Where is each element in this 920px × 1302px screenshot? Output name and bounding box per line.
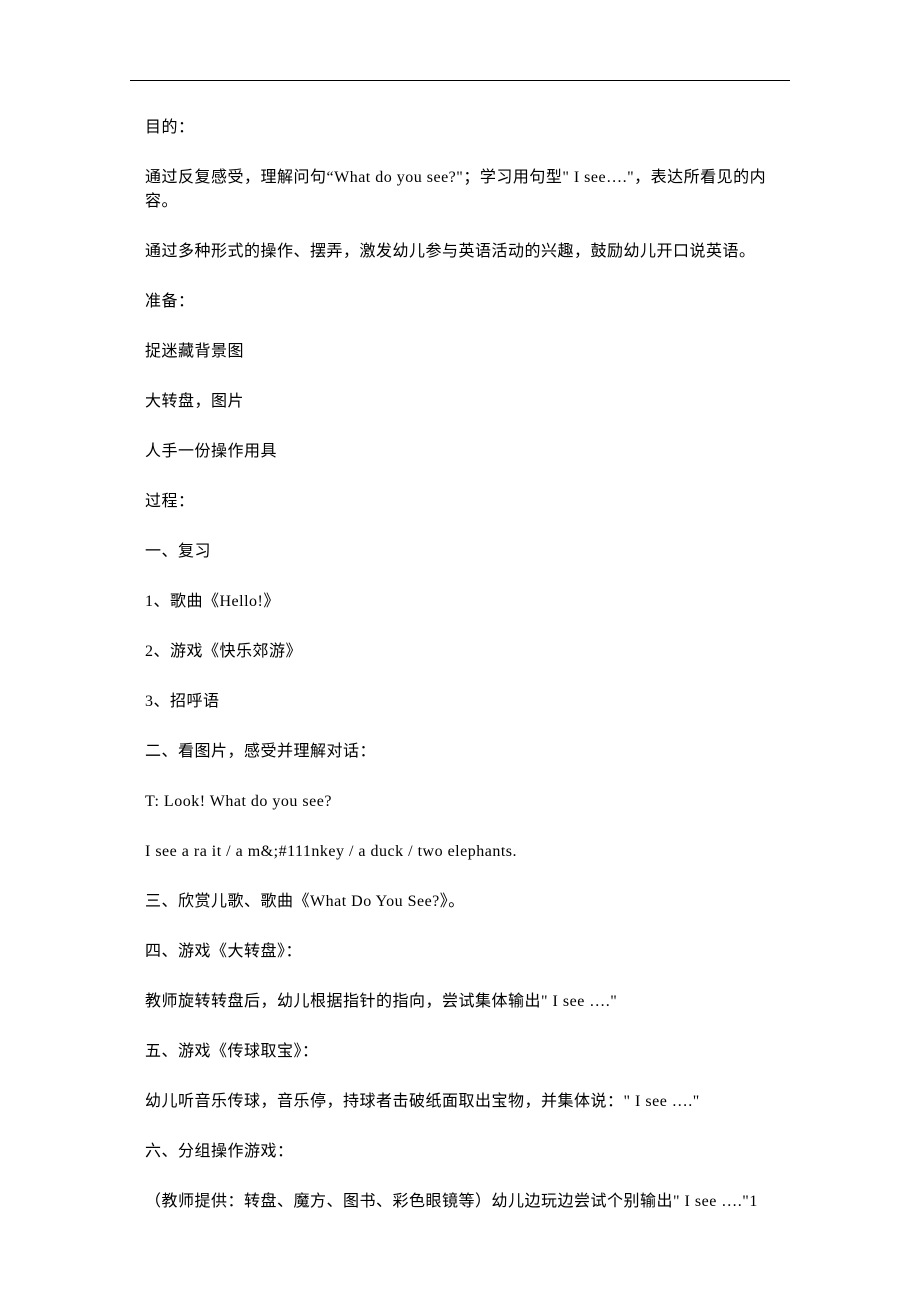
para-19: 幼儿听音乐传球，音乐停，持球者击破纸面取出宝物，并集体说：" I see …." [145,1090,775,1114]
para-5: 大转盘，图片 [145,390,775,414]
para-16: 四、游戏《大转盘》： [145,940,775,964]
document-page: 目的： 通过反复感受，理解问句“What do you see?"；学习用句型"… [0,0,920,1302]
para-12: 二、看图片，感受并理解对话： [145,740,775,764]
para-3: 准备： [145,290,775,314]
para-13: T: Look! What do you see? [145,790,775,814]
document-content: 目的： 通过反复感受，理解问句“What do you see?"；学习用句型"… [145,116,775,1240]
header-rule [130,80,790,81]
para-10: 2、游戏《快乐郊游》 [145,640,775,664]
para-17: 教师旋转转盘后，幼儿根据指针的指向，尝试集体输出" I see …." [145,990,775,1014]
para-8: 一、复习 [145,540,775,564]
para-20: 六、分组操作游戏： [145,1140,775,1164]
para-0: 目的： [145,116,775,140]
para-4: 捉迷藏背景图 [145,340,775,364]
para-7: 过程： [145,490,775,514]
para-2: 通过多种形式的操作、摆弄，激发幼儿参与英语活动的兴趣，鼓励幼儿开口说英语。 [145,240,775,264]
para-15: 三、欣赏儿歌、歌曲《What Do You See?》。 [145,890,775,914]
para-21: （教师提供：转盘、魔方、图书、彩色眼镜等）幼儿边玩边尝试个别输出" I see … [145,1190,775,1214]
para-14: I see a ra it / a m&;#111nkey / a duck /… [145,840,775,864]
para-11: 3、招呼语 [145,690,775,714]
para-18: 五、游戏《传球取宝》： [145,1040,775,1064]
para-1: 通过反复感受，理解问句“What do you see?"；学习用句型" I s… [145,166,775,214]
para-6: 人手一份操作用具 [145,440,775,464]
para-9: 1、歌曲《Hello!》 [145,590,775,614]
